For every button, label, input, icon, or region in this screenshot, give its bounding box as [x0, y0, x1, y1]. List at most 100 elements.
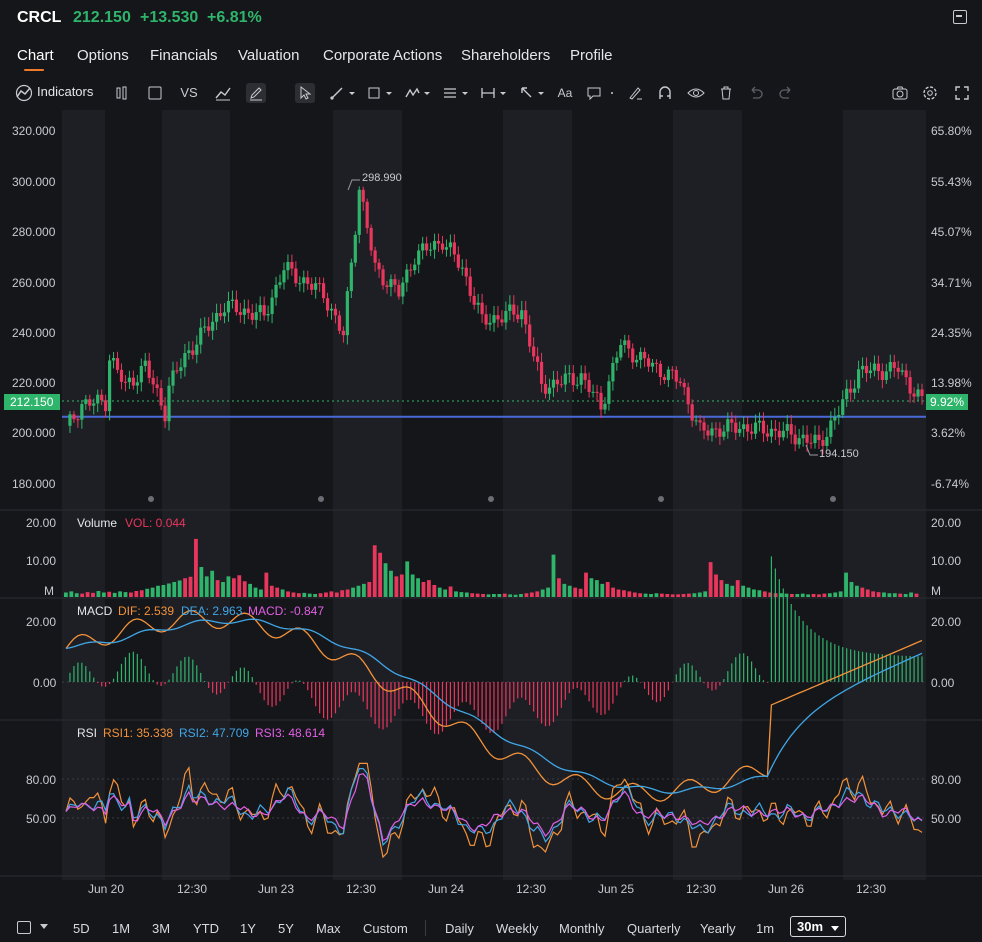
period-ytd[interactable]: YTD: [193, 921, 219, 936]
period-1y[interactable]: 1Y: [240, 921, 256, 936]
volume-bar: [459, 592, 464, 597]
volume-bar: [345, 589, 350, 597]
candle-body: [349, 262, 353, 292]
candle-body: [436, 240, 441, 244]
moon-icon: [579, 495, 583, 503]
candle-body: [139, 366, 143, 383]
candle-body: [282, 270, 286, 283]
candle-body: [199, 327, 203, 345]
interval-1m[interactable]: 1m: [756, 921, 774, 936]
volume-tick: M: [931, 584, 941, 598]
candle-body: [682, 382, 686, 388]
candle-body: [413, 264, 417, 271]
volume-bar: [627, 591, 632, 597]
candle-body: [888, 362, 892, 372]
candle-body: [480, 302, 484, 315]
candle-body: [837, 415, 841, 417]
interval-monthly[interactable]: Monthly: [559, 921, 605, 936]
candle-body: [127, 377, 132, 383]
candle-body: [318, 283, 322, 285]
volume-tick: 20.00: [931, 516, 961, 530]
interval-daily[interactable]: Daily: [445, 921, 474, 936]
volume-bar: [557, 578, 561, 597]
layout-dropdown-icon[interactable]: [40, 924, 48, 929]
volume-bar: [535, 591, 540, 597]
volume-bar: [291, 592, 296, 597]
session-band: [843, 110, 926, 880]
candle-body: [266, 313, 270, 316]
volume-bar: [172, 582, 177, 597]
volume-bar: [215, 580, 220, 597]
candle-body: [793, 434, 797, 445]
x-tick: Jun 25: [598, 882, 634, 896]
volume-bar: [649, 594, 653, 597]
candle-body: [674, 369, 678, 382]
candle-body: [547, 387, 552, 394]
layout-panel-icon[interactable]: [17, 921, 31, 934]
candle-body: [805, 434, 809, 443]
session-band: [503, 110, 572, 880]
interval-quarterly[interactable]: Quarterly: [627, 921, 680, 936]
volume-bar: [860, 587, 865, 597]
candle-body: [876, 363, 881, 372]
period-max[interactable]: Max: [316, 921, 341, 936]
candle-body: [500, 319, 504, 323]
volume-bar: [914, 593, 919, 597]
candle-body: [722, 431, 726, 437]
candle-body: [833, 416, 837, 421]
interval-yearly[interactable]: Yearly: [700, 921, 736, 936]
volume-bar: [822, 593, 827, 597]
volume-bar: [85, 592, 90, 597]
volume-bar: [540, 589, 545, 597]
candle-body: [207, 326, 211, 331]
volume-bar: [578, 588, 583, 597]
volume-bar: [437, 587, 442, 597]
x-tick: 12:30: [346, 882, 376, 896]
volume-bar: [280, 589, 285, 597]
candle-body: [868, 370, 873, 374]
volume-bar: [481, 594, 485, 597]
candle-body: [575, 384, 579, 386]
candle-body: [686, 387, 690, 405]
candle-body: [147, 360, 151, 378]
price-tick: 320.000: [12, 124, 56, 138]
stock-chart[interactable]: 320.000 300.000 280.000 260.000 240.000 …: [0, 0, 982, 900]
period-5y[interactable]: 5Y: [278, 921, 294, 936]
x-tick: 12:30: [177, 882, 207, 896]
candle-body: [757, 420, 762, 423]
volume-bar: [177, 580, 182, 597]
candle-body: [238, 312, 242, 315]
volume-bar: [730, 585, 735, 597]
period-1m[interactable]: 1M: [112, 921, 130, 936]
candle-body: [860, 365, 865, 370]
candle-body: [365, 201, 369, 228]
price-tick: 180.000: [12, 477, 56, 491]
volume-bar: [188, 576, 193, 597]
candle-body: [203, 326, 207, 328]
volume-bar: [448, 586, 453, 597]
candle-body: [195, 344, 199, 355]
volume-bar: [757, 590, 762, 597]
candle-body: [520, 310, 524, 320]
candle-body: [234, 299, 239, 313]
interval-dropdown-icon[interactable]: [831, 926, 839, 931]
candle-body: [119, 369, 124, 382]
volume-title: Volume: [77, 516, 117, 530]
volume-bar: [394, 576, 399, 597]
candle-body: [821, 440, 825, 446]
candle-body: [809, 442, 813, 444]
candle-body: [341, 330, 346, 336]
period-5d[interactable]: 5D: [73, 921, 90, 936]
volume-bar: [313, 594, 318, 597]
candle-body: [373, 250, 377, 263]
period-3m[interactable]: 3M: [152, 921, 170, 936]
candle-body: [357, 189, 361, 235]
candle-body: [666, 369, 670, 381]
period-custom[interactable]: Custom: [363, 921, 408, 936]
interval-weekly[interactable]: Weekly: [496, 921, 538, 936]
volume-bar: [594, 580, 599, 597]
low-price-label: 194.150: [819, 448, 859, 460]
volume-bar: [253, 587, 258, 597]
candle-body: [631, 348, 635, 363]
volume-bar: [697, 592, 702, 597]
